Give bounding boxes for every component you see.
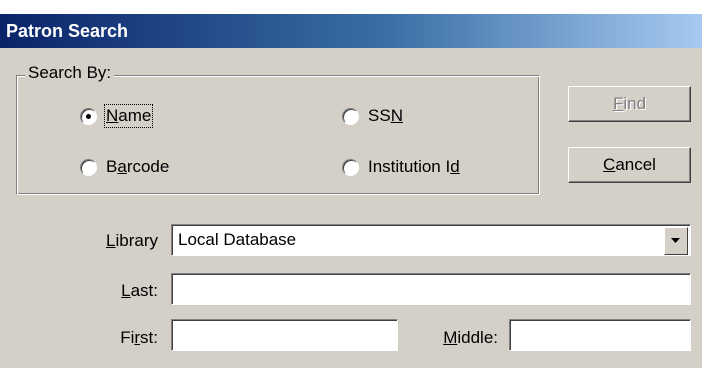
window-title: Patron Search bbox=[6, 21, 129, 41]
library-select-value: Local Database bbox=[178, 230, 297, 249]
radio-ssn[interactable]: SSN bbox=[342, 106, 403, 126]
chevron-down-icon bbox=[671, 238, 680, 243]
middle-name-input[interactable] bbox=[509, 319, 691, 351]
first-name-label: First: bbox=[120, 328, 158, 347]
radio-name-label: Name bbox=[103, 104, 154, 128]
library-select[interactable]: Local Database bbox=[171, 224, 691, 256]
library-dropdown-button[interactable] bbox=[664, 227, 688, 255]
radio-barcode-label: Barcode bbox=[106, 157, 170, 176]
last-name-input[interactable] bbox=[171, 273, 691, 305]
middle-name-label: Middle: bbox=[443, 328, 498, 347]
radio-institution-id-indicator[interactable] bbox=[342, 158, 359, 176]
search-by-groupbox bbox=[16, 75, 540, 195]
radio-name-indicator[interactable] bbox=[80, 107, 97, 125]
first-name-input[interactable] bbox=[171, 319, 398, 351]
library-label: Library bbox=[106, 231, 158, 250]
find-button[interactable]: Find bbox=[568, 86, 691, 122]
radio-institution-id[interactable]: Institution Id bbox=[342, 157, 460, 177]
search-by-label: Search By: bbox=[25, 63, 115, 83]
radio-institution-id-label: Institution Id bbox=[368, 157, 460, 176]
radio-name[interactable]: Name bbox=[80, 104, 154, 128]
radio-barcode[interactable]: Barcode bbox=[80, 157, 169, 177]
radio-ssn-label: SSN bbox=[368, 106, 403, 125]
last-name-label: Last: bbox=[121, 281, 158, 300]
radio-ssn-indicator[interactable] bbox=[342, 107, 359, 125]
radio-barcode-indicator[interactable] bbox=[80, 158, 97, 176]
cancel-button[interactable]: Cancel bbox=[568, 147, 691, 183]
title-bar[interactable]: Patron Search bbox=[0, 14, 702, 48]
